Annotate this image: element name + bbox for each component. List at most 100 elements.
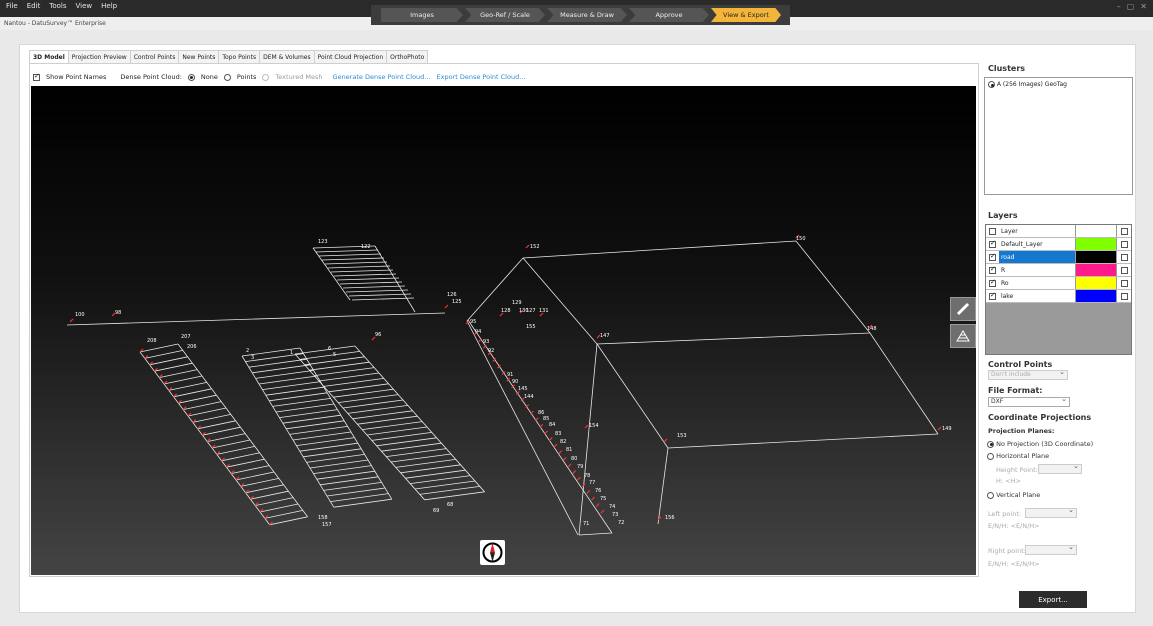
wire-line [351,297,415,301]
layers-all-checkbox-2[interactable] [1121,227,1128,235]
menu-bar: File Edit Tools View Help [6,2,117,10]
right-point-select [1025,543,1077,555]
layer-color-swatch[interactable] [1075,277,1118,289]
layer-visible-checkbox[interactable] [989,265,996,274]
layer-lock-checkbox[interactable] [1121,279,1128,287]
export-dense-link[interactable]: Export Dense Point Cloud... [437,73,526,81]
layer-visible-checkbox[interactable] [989,239,996,248]
layer-name[interactable]: road [998,251,1076,263]
generate-dense-link[interactable]: Generate Dense Point Cloud... [333,73,431,81]
cluster-a-radio[interactable] [988,81,995,88]
menu-tools[interactable]: Tools [49,2,66,10]
vertical-plane-radio[interactable] [987,491,994,499]
layer-name[interactable]: R [999,264,1075,276]
wire-line [294,345,356,355]
export-button[interactable]: Export... [1019,591,1087,608]
tab-point-cloud-projection[interactable]: Point Cloud Projection [313,50,388,64]
wire-line [216,446,255,455]
wire-line [275,403,335,413]
tab-orthophoto[interactable]: OrthoPhoto [386,50,429,64]
model-scene[interactable]: 150152147148149153154156100 9896959493929… [31,86,976,575]
point-label: 93 [483,339,489,345]
menu-edit[interactable]: Edit [27,2,41,10]
step-approve[interactable]: Approve [629,8,709,22]
layer-visible-checkbox[interactable] [989,252,996,261]
point-label: 206 [187,344,197,350]
wire-line [323,482,382,491]
dense-none-radio[interactable] [187,73,195,81]
minimize-icon[interactable]: – [1117,2,1121,11]
tab-new-points[interactable]: New Points [178,50,220,64]
layer-color-swatch[interactable] [1075,264,1118,276]
step-measure[interactable]: Measure & Draw [547,8,627,22]
point-label: 90 [512,379,518,385]
step-view-export[interactable]: View & Export [711,8,781,22]
wire-line [357,415,418,425]
control-points-title: Control Points [988,360,1053,369]
layer-lock-checkbox[interactable] [1121,266,1128,274]
tab-control-points[interactable]: Control Points [129,50,180,64]
clusters-list[interactable]: A (256 Images) GeoTag [984,77,1133,195]
close-icon[interactable]: ✕ [1140,2,1147,11]
layer-lock-checkbox[interactable] [1121,240,1128,248]
tab-topo-points[interactable]: Topo Points [218,50,261,64]
file-format-select[interactable]: DXF [988,395,1070,407]
point-label: 5 [333,352,336,358]
menu-help[interactable]: Help [101,2,117,10]
layer-color-swatch[interactable] [1075,238,1118,250]
height-value: H: <H> [996,477,1021,485]
wire-line [522,257,598,345]
surface-icon [956,330,970,342]
point-marker [525,244,530,249]
step-images[interactable]: Images [381,8,463,22]
point-marker [576,476,581,481]
layer-row-r[interactable]: R [986,264,1131,277]
point-marker [562,456,567,461]
3d-viewport[interactable]: 150 152 147 148 149 153 154 156 100 98 96 95 94 93 92 9… [31,86,976,575]
tab-dem-volumes[interactable]: DEM & Volumes [259,50,315,64]
point-label: 157 [322,522,332,528]
no-projection-radio[interactable] [987,440,994,448]
layer-color-swatch[interactable] [1075,290,1118,302]
wire-line [255,370,314,379]
wire-line [327,265,391,269]
layer-color-swatch[interactable] [1075,251,1118,263]
show-point-names-checkbox[interactable] [33,72,40,81]
layer-name[interactable]: Ro [999,277,1075,289]
horizontal-plane-option[interactable]: Horizontal Plane [987,452,1049,460]
wire-line [390,453,452,463]
surface-tool-button[interactable] [950,324,976,348]
menu-view[interactable]: View [76,2,93,10]
layers-all-checkbox[interactable] [989,227,996,235]
dense-points-radio[interactable] [223,73,231,81]
wire-line [262,381,321,390]
layer-name[interactable]: Default_Layer [999,238,1075,250]
tab-3d-model[interactable]: 3D Model [29,50,69,64]
control-points-select[interactable]: Don't include [988,368,1068,380]
layer-row-default[interactable]: Default_Layer [986,238,1131,251]
menu-file[interactable]: File [6,2,18,10]
layer-lock-checkbox[interactable] [1121,292,1128,300]
layer-row-ro[interactable]: Ro [986,277,1131,290]
layer-lock-checkbox[interactable] [1121,253,1128,261]
horizontal-plane-radio[interactable] [987,452,994,460]
maximize-icon[interactable]: ▢ [1127,2,1135,11]
layer-visible-checkbox[interactable] [989,291,996,300]
tab-projection-preview[interactable]: Projection Preview [67,50,131,64]
wire-line [522,240,797,259]
step-georef[interactable]: Geo-Ref / Scale [465,8,545,22]
wire-line [221,452,260,462]
cluster-a-label[interactable]: A (256 Images) GeoTag [997,81,1067,88]
vertical-plane-option[interactable]: Vertical Plane [987,491,1040,499]
no-projection-option[interactable]: No Projection (3D Coordinate) [987,440,1093,448]
layer-row-lake[interactable]: lake [986,290,1131,303]
wire-line [183,401,222,410]
wire-line [362,421,423,430]
layer-name[interactable]: lake [999,290,1075,302]
compass-icon[interactable] [480,540,505,565]
horizontal-plane-label: Horizontal Plane [996,452,1050,460]
draw-tool-button[interactable] [950,297,976,321]
workflow-steps: Images Geo-Ref / Scale Measure & Draw Ap… [371,5,790,25]
layer-visible-checkbox[interactable] [989,278,996,287]
layer-row-road[interactable]: road [986,251,1131,264]
